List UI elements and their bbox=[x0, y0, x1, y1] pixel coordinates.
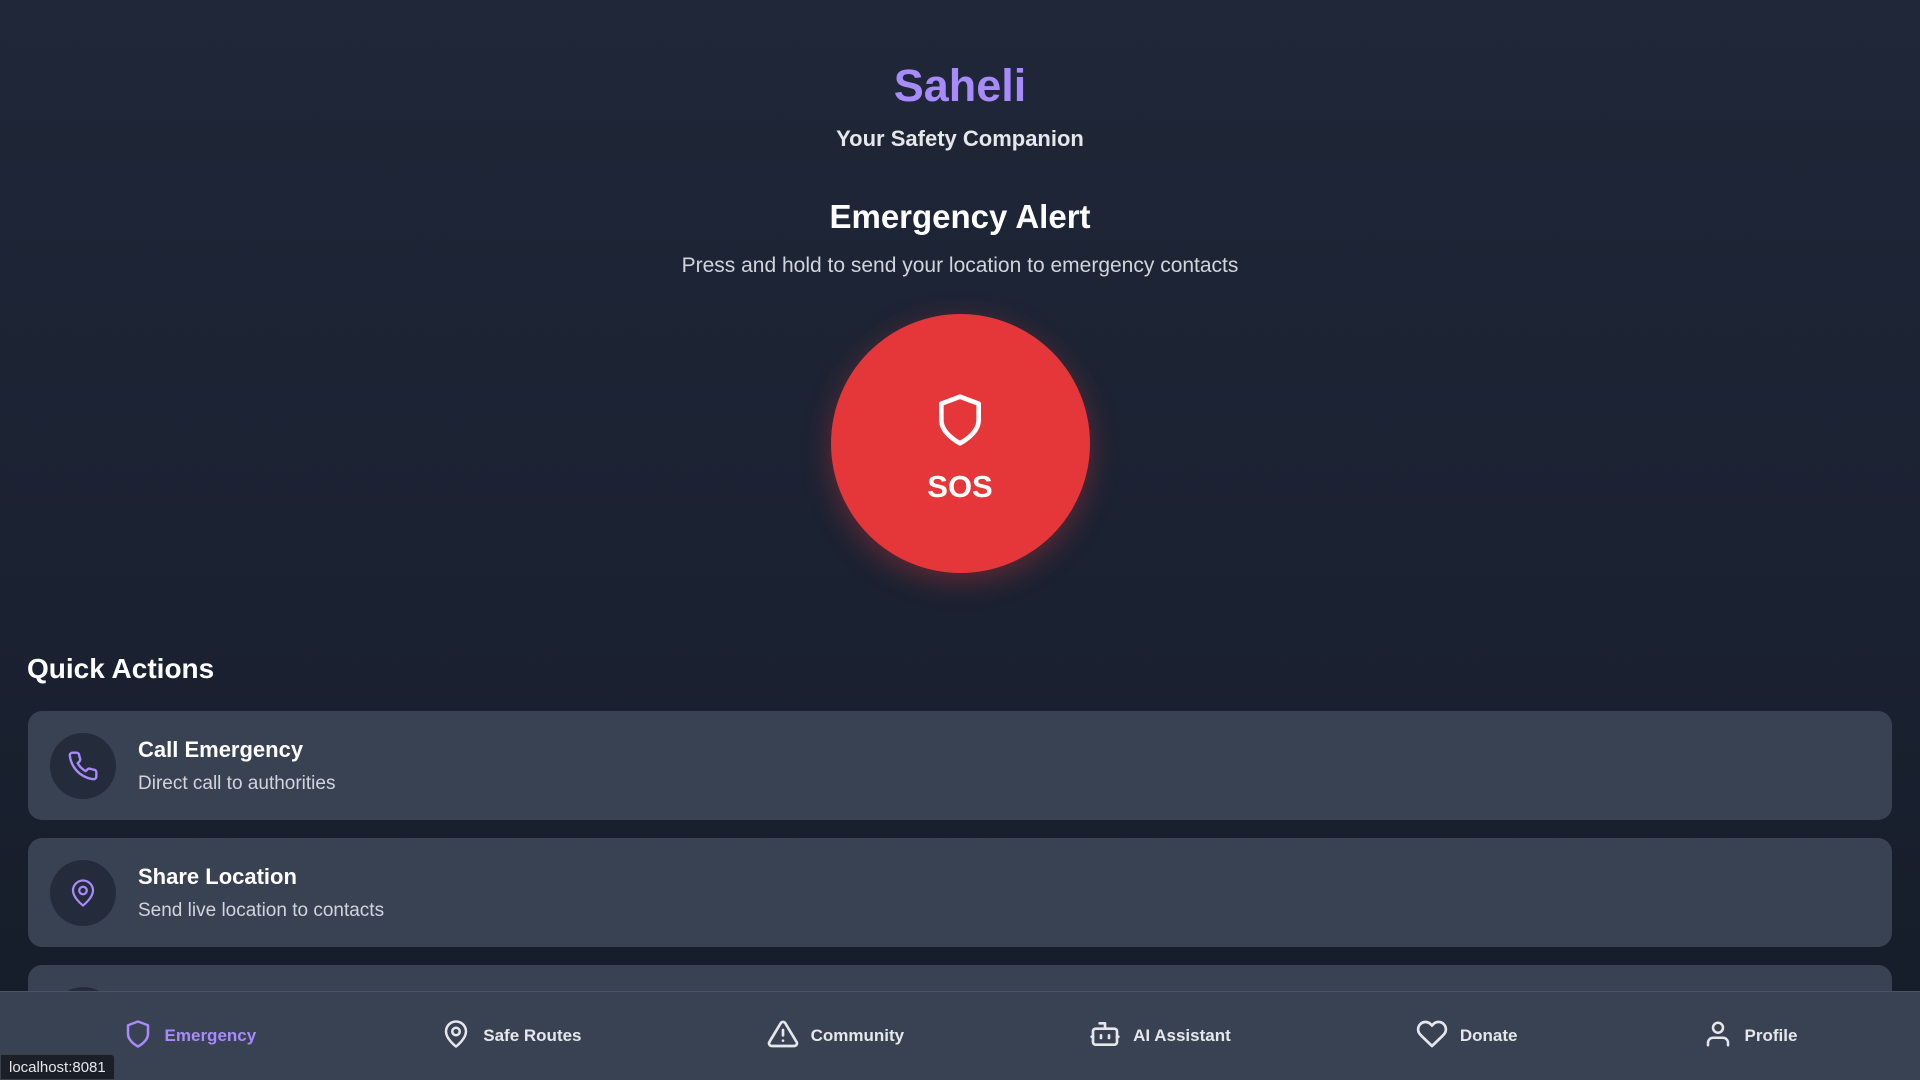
share-location-description: Send live location to contacts bbox=[138, 899, 385, 921]
emergency-alert-title: Emergency Alert bbox=[829, 198, 1091, 235]
bot-icon bbox=[1089, 1018, 1121, 1055]
nav-safe-routes[interactable]: Safe Routes bbox=[441, 1018, 582, 1055]
bottom-navigation: Emergency Safe Routes Community AI Assis… bbox=[0, 991, 1920, 1080]
user-icon bbox=[1703, 1018, 1733, 1055]
call-emergency-description: Direct call to authorities bbox=[138, 772, 336, 794]
nav-safe-routes-label: Safe Routes bbox=[483, 1026, 582, 1045]
share-location-title: Share Location bbox=[138, 863, 297, 889]
browser-status-url: localhost:8081 bbox=[0, 1054, 115, 1080]
shield-icon bbox=[123, 1018, 153, 1055]
nav-community-label: Community bbox=[810, 1026, 905, 1045]
sos-label: SOS bbox=[927, 469, 993, 504]
phone-icon bbox=[50, 732, 116, 799]
heart-icon bbox=[1416, 1018, 1448, 1055]
nav-profile-label: Profile bbox=[1744, 1026, 1798, 1045]
nav-community[interactable]: Community bbox=[767, 1018, 905, 1055]
call-emergency-card[interactable]: Call Emergency Direct call to authoritie… bbox=[28, 711, 1892, 820]
app-header: Saheli Your Safety Companion bbox=[0, 0, 1920, 152]
nav-donate[interactable]: Donate bbox=[1416, 1018, 1518, 1055]
map-pin-icon bbox=[50, 859, 116, 926]
sos-button[interactable]: SOS bbox=[830, 314, 1090, 573]
nav-emergency-label: Emergency bbox=[164, 1026, 257, 1045]
warning-triangle-icon bbox=[767, 1018, 799, 1055]
quick-actions-title: Quick Actions bbox=[27, 653, 215, 684]
emergency-alert-description: Press and hold to send your location to … bbox=[681, 254, 1239, 277]
share-location-card[interactable]: Share Location Send live location to con… bbox=[28, 838, 1892, 947]
nav-ai-assistant[interactable]: AI Assistant bbox=[1089, 1018, 1231, 1055]
nav-profile[interactable]: Profile bbox=[1703, 1018, 1798, 1055]
shield-icon bbox=[932, 382, 988, 457]
nav-emergency[interactable]: Emergency bbox=[123, 1018, 257, 1055]
call-emergency-title: Call Emergency bbox=[138, 736, 304, 762]
app-subtitle: Your Safety Companion bbox=[836, 126, 1084, 151]
map-pin-icon bbox=[441, 1018, 471, 1055]
nav-donate-label: Donate bbox=[1459, 1026, 1518, 1045]
app-title: Saheli bbox=[893, 60, 1027, 111]
nav-ai-assistant-label: AI Assistant bbox=[1133, 1026, 1231, 1045]
sos-container: SOS bbox=[0, 314, 1920, 573]
